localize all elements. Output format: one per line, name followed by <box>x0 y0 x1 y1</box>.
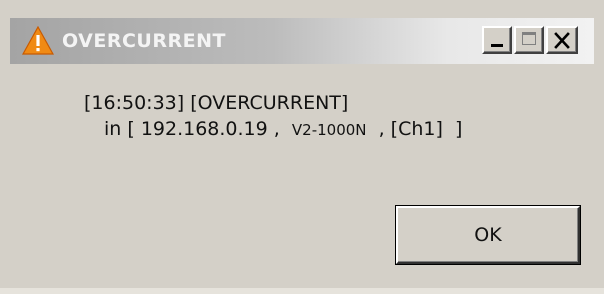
channel-suffix: , [Ch1] ] <box>366 118 463 140</box>
source-prefix: in [ 192.168.0.19 , <box>104 118 292 140</box>
message-line-time-event: [16:50:33] [OVERCURRENT] <box>84 92 349 114</box>
warning-icon <box>22 26 54 55</box>
window-bottom-edge <box>0 288 604 294</box>
maximize-icon <box>522 32 536 45</box>
device-model: V2-1000N <box>291 121 367 139</box>
window-title: OVERCURRENT <box>62 30 226 52</box>
overcurrent-dialog: OVERCURRENT [16:50:33] [OVERCURRENT] in … <box>0 0 604 294</box>
ok-button[interactable]: OK <box>396 206 580 264</box>
maximize-button[interactable] <box>514 26 544 54</box>
dialog-body: [16:50:33] [OVERCURRENT] in [ 192.168.0.… <box>10 64 594 274</box>
title-bar[interactable]: OVERCURRENT <box>10 18 594 64</box>
minimize-icon <box>491 44 503 47</box>
close-button[interactable] <box>546 26 578 54</box>
message-line-source: in [ 192.168.0.19 , V2-1000N , [Ch1] ] <box>104 118 462 140</box>
close-icon <box>554 32 570 49</box>
minimize-button[interactable] <box>482 26 512 54</box>
